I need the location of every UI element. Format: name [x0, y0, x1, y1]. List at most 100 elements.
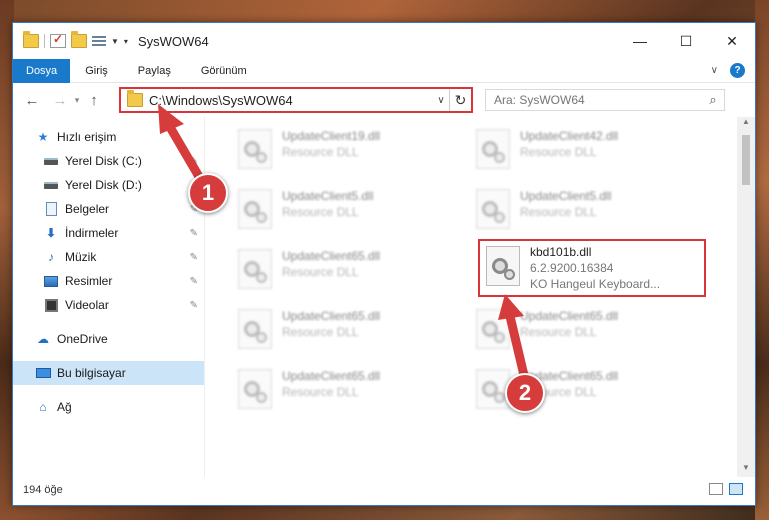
- dll-file-icon: [238, 369, 272, 409]
- address-row: ← → ▾ ↑ C:\Windows\SysWOW64 ∨ ↻ ⌕: [13, 83, 755, 117]
- forward-arrow-icon[interactable]: →: [49, 92, 71, 109]
- tab-file[interactable]: Dosya: [13, 58, 71, 83]
- tab-share[interactable]: Paylaş: [123, 59, 186, 83]
- file-item[interactable]: UpdateClient65.dll Resource DLL: [226, 305, 456, 357]
- nav-label: Ağ: [57, 400, 72, 414]
- file-name: UpdateClient5.dll: [520, 189, 612, 203]
- scroll-thumb[interactable]: [742, 135, 750, 185]
- title-bar: ▼ ▾ SysWOW64 — ☐ ✕: [13, 23, 755, 59]
- nav-item-documents[interactable]: Belgeler ✎: [13, 197, 204, 221]
- file-name: kbd101b.dll: [530, 245, 592, 259]
- file-item[interactable]: UpdateClient5.dll Resource DLL: [226, 185, 456, 237]
- pin-icon: ✎: [189, 275, 198, 287]
- nav-label: Bu bilgisayar: [57, 366, 126, 380]
- file-item[interactable]: UpdateClient65.dll Resource DLL: [226, 245, 456, 297]
- desktop-wallpaper-right: [755, 0, 769, 520]
- close-button[interactable]: ✕: [709, 23, 755, 59]
- file-item[interactable]: UpdateClient65.dll Resource DLL: [226, 365, 456, 417]
- file-name: UpdateClient65.dll: [282, 369, 381, 383]
- recent-locations-icon[interactable]: ▾: [71, 95, 83, 106]
- nav-item-local-disk-d[interactable]: Yerel Disk (D:): [13, 173, 204, 197]
- nav-item-downloads[interactable]: ⬇ İndirmeler ✎: [13, 221, 204, 245]
- file-item[interactable]: UpdateClient19.dll Resource DLL: [226, 125, 456, 177]
- properties-check-icon[interactable]: [50, 32, 66, 48]
- star-icon: ★: [37, 130, 49, 144]
- file-explorer-window: ▼ ▾ SysWOW64 — ☐ ✕ Dosya Giriş Paylaş Gö…: [12, 22, 756, 506]
- help-icon[interactable]: ?: [730, 63, 745, 78]
- file-description: Resource DLL: [520, 145, 597, 159]
- dll-file-icon: [476, 129, 510, 169]
- details-view-icon[interactable]: [709, 483, 723, 495]
- chevron-down-icon[interactable]: ▼: [111, 37, 119, 46]
- quick-access-toolbar: ▼ ▾: [13, 31, 128, 48]
- nav-onedrive[interactable]: ☁ OneDrive: [13, 327, 204, 351]
- nav-label: Videolar: [65, 298, 109, 312]
- search-input[interactable]: [494, 93, 702, 107]
- nav-item-videos[interactable]: Videolar ✎: [13, 293, 204, 317]
- navigation-pane: ★ Hızlı erişim Yerel Disk (C:) ✎ Yerel D…: [13, 117, 205, 477]
- file-name: UpdateClient65.dll: [282, 309, 381, 323]
- file-description: Resource DLL: [282, 385, 359, 399]
- pin-icon: ✎: [189, 155, 198, 167]
- nav-item-pictures[interactable]: Resimler ✎: [13, 269, 204, 293]
- new-folder-icon[interactable]: [71, 31, 87, 48]
- drive-icon: [43, 154, 59, 168]
- nav-label: Yerel Disk (C:): [65, 154, 142, 168]
- tiles-view-icon[interactable]: [729, 483, 743, 495]
- nav-label: Resimler: [65, 274, 113, 288]
- nav-item-music[interactable]: ♪ Müzik ✎: [13, 245, 204, 269]
- file-item[interactable]: UpdateClient5.dll Resource DLL: [464, 185, 694, 237]
- file-name: UpdateClient42.dll: [520, 129, 619, 143]
- nav-label: Yerel Disk (D:): [65, 178, 142, 192]
- refresh-icon[interactable]: ↻: [449, 89, 471, 111]
- window-title: SysWOW64: [137, 33, 209, 49]
- file-item[interactable]: UpdateClient42.dll Resource DLL: [464, 125, 694, 177]
- properties-icon[interactable]: [92, 34, 106, 48]
- search-icon[interactable]: ⌕: [702, 92, 724, 108]
- network-icon: ⌂: [39, 400, 47, 414]
- cloud-icon: ☁: [37, 332, 49, 346]
- address-dropdown-icon[interactable]: ∨: [433, 95, 449, 106]
- nav-this-pc[interactable]: Bu bilgisayar: [13, 361, 204, 385]
- downloads-icon: ⬇: [45, 226, 57, 240]
- nav-label: Belgeler: [65, 202, 110, 216]
- dll-file-icon: [476, 189, 510, 229]
- address-bar[interactable]: C:\Windows\SysWOW64 ∨ ↻: [119, 87, 473, 113]
- drive-icon: [43, 178, 59, 192]
- vertical-scrollbar[interactable]: ▲ ▼: [737, 117, 755, 477]
- expand-ribbon-icon[interactable]: ∨: [711, 65, 718, 76]
- tab-view[interactable]: Görünüm: [186, 59, 262, 83]
- search-box[interactable]: ⌕: [485, 89, 725, 111]
- file-item-kbd101b[interactable]: kbd101b.dll 6.2.9200.16384 KO Hangeul Ke…: [478, 239, 706, 297]
- nav-quick-access[interactable]: ★ Hızlı erişim: [13, 125, 204, 149]
- file-list: UpdateClient19.dll Resource DLL UpdateCli…: [206, 117, 736, 477]
- maximize-button[interactable]: ☐: [663, 23, 709, 59]
- dll-file-icon: [476, 309, 510, 349]
- pin-icon: ✎: [189, 251, 198, 263]
- tab-home[interactable]: Giriş: [70, 59, 123, 83]
- item-count: 194 öğe: [23, 484, 63, 496]
- dll-file-icon: [238, 249, 272, 289]
- file-description: Resource DLL: [520, 205, 597, 219]
- dll-file-icon: [238, 189, 272, 229]
- videos-icon: [43, 298, 59, 312]
- minimize-button[interactable]: —: [617, 23, 663, 59]
- nav-item-local-disk-c[interactable]: Yerel Disk (C:) ✎: [13, 149, 204, 173]
- file-name: UpdateClient65.dll: [282, 249, 381, 263]
- nav-label: İndirmeler: [65, 226, 119, 240]
- nav-network[interactable]: ⌂ Ağ: [13, 395, 204, 419]
- separator: [44, 34, 45, 48]
- back-arrow-icon[interactable]: ←: [21, 92, 43, 109]
- file-description: Resource DLL: [282, 325, 359, 339]
- file-description: Resource DLL: [520, 325, 597, 339]
- file-name: UpdateClient65.dll: [520, 309, 619, 323]
- file-name: UpdateClient5.dll: [282, 189, 374, 203]
- dll-file-icon: [238, 129, 272, 169]
- step-badge-2: 2: [505, 373, 545, 413]
- address-path[interactable]: C:\Windows\SysWOW64: [149, 93, 433, 108]
- file-item[interactable]: UpdateClient65.dll Resource DLL: [464, 305, 694, 357]
- file-version: 6.2.9200.16384: [530, 261, 614, 275]
- up-arrow-icon[interactable]: ↑: [83, 92, 105, 109]
- file-item[interactable]: UpdateClient65.dll Resource DLL: [464, 365, 694, 417]
- scroll-up-icon[interactable]: ▲: [737, 117, 755, 131]
